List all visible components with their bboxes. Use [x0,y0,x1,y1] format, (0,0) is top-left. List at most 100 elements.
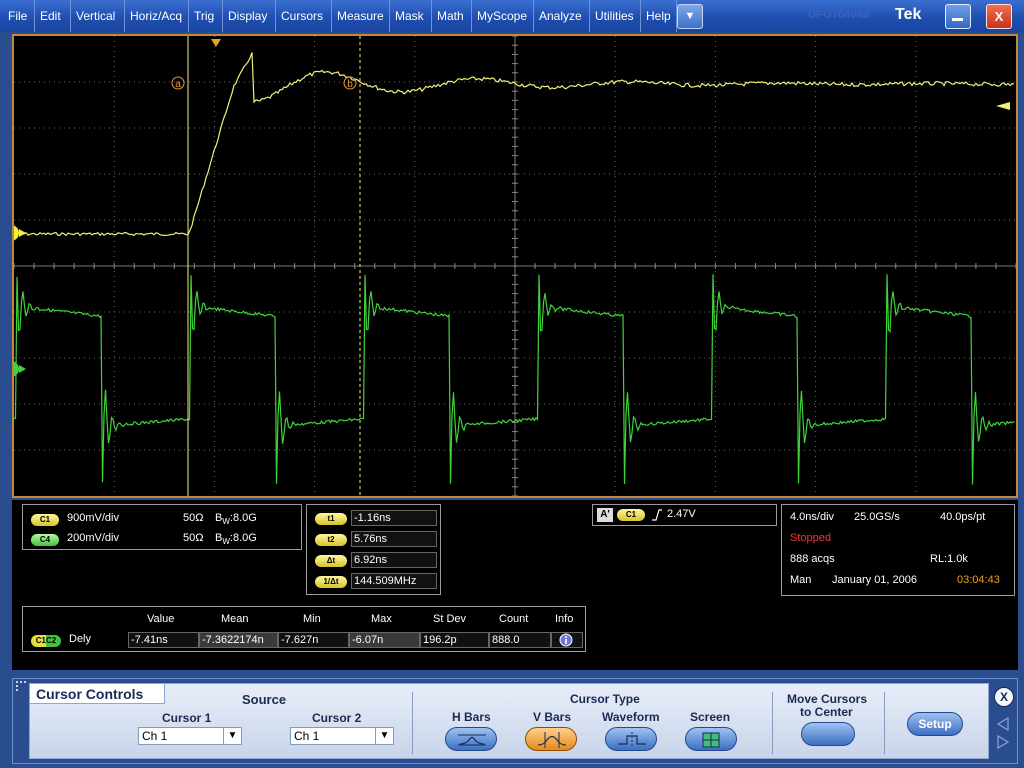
cursor-type-label: Cursor Type [570,692,640,706]
trigger-level-marker [996,102,1010,110]
menu-horiz-acq[interactable]: Horiz/Acq [124,0,187,32]
t1-badge: t1 [315,513,347,525]
ch1-ground-marker [14,225,19,241]
cursor-controls-panel: Cursor Controls Source Cursor 1 Ch 1 ▼ C… [12,678,1018,764]
channel-readout-panel[interactable]: C1 900mV/div 50Ω BW:8.0G C4 200mV/div 50… [22,504,302,550]
menu-file[interactable]: File [3,0,32,32]
sample-rate: 25.0GS/s [854,511,900,523]
trigger-source-badge: C1 [617,509,645,521]
measurement-header-stdev: St Dev [433,613,467,625]
ch4-marker-arrow [19,365,26,373]
menu-trig[interactable]: Trig [188,0,219,32]
panel-right-arrow-icon[interactable] [996,735,1010,749]
trigger-readout-panel[interactable]: A' C1 2.47V [592,504,777,526]
measurement-source-badge: C1C2 [31,635,61,647]
trigger-level: 2.47V [667,508,696,520]
hbars-label: H Bars [452,710,491,724]
ch1-marker-arrow [19,229,26,237]
horizontal-scale: 4.0ns/div [790,511,835,523]
minimize-button[interactable] [945,4,971,29]
screen-cursor-button[interactable] [685,727,737,751]
measurement-count: 888.0 [489,632,551,648]
cursor2-source-select[interactable]: Ch 1 ▼ [290,727,394,745]
measurement-name: Dely [69,633,92,645]
t2-badge: t2 [315,534,347,546]
waveform-display[interactable]: a b 1 4 [12,34,1018,498]
chevron-down-icon[interactable]: ▼ [375,728,393,744]
info-icon[interactable] [559,633,573,647]
screen-label: Screen [690,710,731,724]
menu-edit[interactable]: Edit [34,0,66,32]
vbars-label: V Bars [533,710,572,724]
delta-t-value: 6.92ns [351,552,437,568]
move-cursors-to-center-button[interactable] [801,722,855,746]
move-cursors-label-line1: Move Cursors [787,692,868,706]
ch4-badge[interactable]: C4 [31,534,59,546]
move-cursors-label-line2: to Center [800,705,853,719]
menu-vertical[interactable]: Vertical [70,0,120,32]
readout-area: C1 900mV/div 50Ω BW:8.0G C4 200mV/div 50… [12,500,1018,670]
hbars-icon [458,734,486,746]
menu-math[interactable]: Math [431,0,469,32]
ch4-ground-marker [14,361,19,377]
menu-measure[interactable]: Measure [331,0,389,32]
menu-help[interactable]: Help [640,0,677,32]
ch1-badge[interactable]: C1 [31,514,59,526]
measurement-panel[interactable]: Value Mean Min Max St Dev Count Info C1C… [22,606,586,652]
cursor-controls-title: Cursor Controls [36,686,144,702]
ch4-impedance: 50Ω [183,532,204,544]
acquisition-mode: Man [790,574,812,586]
menu-cursors[interactable]: Cursors [275,0,328,32]
ch1-bandwidth: BW:8.0G [215,512,257,527]
ch1-impedance: 50Ω [183,512,204,524]
acquisition-status: Stopped [790,532,831,544]
waveform-cursor-icon [618,732,646,748]
panel-grip-icon[interactable] [16,681,26,691]
vbars-icon [538,732,566,748]
cursor1-source-select[interactable]: Ch 1 ▼ [138,727,242,745]
divider [412,692,413,754]
menu-myscope[interactable]: MyScope [471,0,532,32]
chevron-down-icon[interactable]: ▼ [223,728,241,744]
acquisition-count: 888 acqs [790,553,835,565]
graticule: a b 1 4 [14,36,1016,496]
divider [772,692,773,754]
measurement-header-value: Value [147,613,175,625]
t1-value: -1.16ns [351,510,437,526]
waveform-label: Waveform [602,710,660,724]
cursor-readout-panel[interactable]: t1 -1.16ns t2 5.76ns Δt 6.92ns 1/Δt 144.… [306,504,441,595]
measurement-mean: -7.3622174n [199,632,278,648]
vbars-button[interactable] [525,727,577,751]
divider [884,692,885,754]
measurement-header-mean: Mean [221,613,249,625]
model-watermark: DPO70404B [808,9,871,21]
close-button[interactable]: X [986,4,1012,29]
cursor-a-label: a [175,79,181,90]
cursor2-label: Cursor 2 [312,711,362,725]
waveform-cursor-button[interactable] [605,727,657,751]
measurement-value: -7.41ns [128,632,199,648]
delta-t-badge: Δt [315,555,347,567]
source-label: Source [242,692,287,707]
menu-dropdown-button[interactable]: ▼ [677,4,703,29]
ch4-scale: 200mV/div [67,532,119,544]
panel-left-arrow-icon[interactable] [996,717,1010,731]
menu-utilities[interactable]: Utilities [589,0,639,32]
close-panel-button[interactable]: X [994,687,1014,707]
measurement-stdev: 196.2p [420,632,489,648]
timebase-readout-panel[interactable]: 4.0ns/div 25.0GS/s 40.0ps/pt Stopped 888… [781,504,1015,596]
triangle-down-icon: ▼ [684,10,696,22]
measurement-header-info: Info [555,613,574,625]
cursor-b-label: b [347,79,353,90]
cursor-controls-title-tab: Cursor Controls [30,684,165,704]
record-length: RL:1.0k [930,553,968,565]
trigger-mode: A' [597,508,613,522]
ch1-scale: 900mV/div [67,512,119,524]
ch1-waveform [14,52,1015,237]
menu-mask[interactable]: Mask [389,0,429,32]
hbars-button[interactable] [445,727,497,751]
menu-display[interactable]: Display [222,0,272,32]
setup-button[interactable]: Setup [907,712,963,736]
measurement-min: -7.627n [278,632,349,648]
menu-analyze[interactable]: Analyze [533,0,587,32]
